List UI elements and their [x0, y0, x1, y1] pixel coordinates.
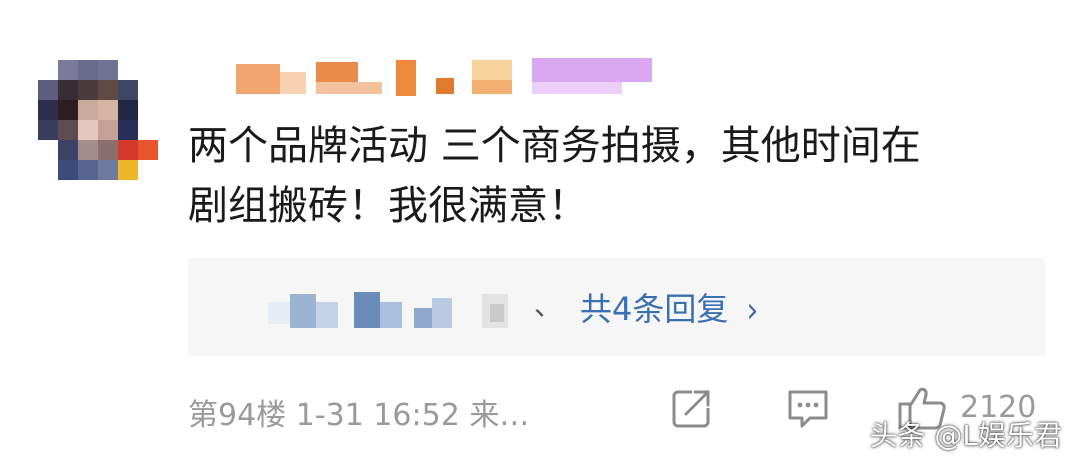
share-icon — [672, 386, 716, 428]
watermark: 头条 @L娱乐君 — [869, 419, 1062, 452]
comment-line-1: 两个品牌活动 三个商务拍摄，其他时间在 — [188, 123, 921, 169]
comment-text: 两个品牌活动 三个商务拍摄，其他时间在 剧组搬砖！我很满意！ — [188, 116, 1048, 236]
comment-meta: 第94楼 1-31 16:52 来… — [188, 398, 530, 433]
replies-preview[interactable]: 、 共4条回复 › — [188, 258, 1045, 356]
avatar[interactable] — [38, 60, 158, 180]
view-replies-label: 共4条回复 — [580, 290, 729, 328]
username-pixelated[interactable] — [236, 58, 656, 98]
comment-icon — [788, 390, 828, 428]
comment-button[interactable] — [784, 384, 832, 432]
view-replies-link[interactable]: 共4条回复 › — [580, 284, 759, 332]
chevron-right-icon: › — [746, 289, 759, 332]
reply-separator: 、 — [534, 289, 563, 322]
share-button[interactable] — [668, 384, 716, 432]
reply-users-pixelated — [268, 288, 528, 328]
comment-line-2: 剧组搬砖！我很满意！ — [188, 183, 588, 229]
